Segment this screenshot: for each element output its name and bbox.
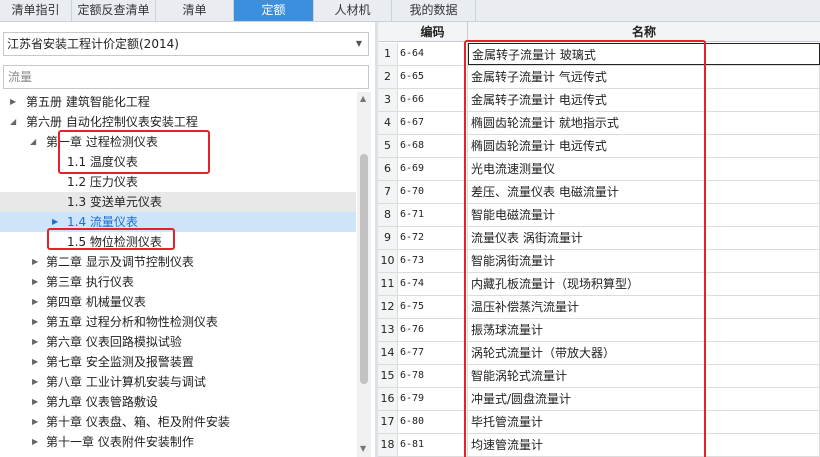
expand-arrow-icon[interactable]: ▶ xyxy=(32,272,38,292)
chevron-down-icon[interactable]: ▼ xyxy=(356,33,362,55)
left-panel: 江苏省安装工程计价定额(2014) ▼ 流量 ▶ 第五册 建筑智能化工程 ◢ 第… xyxy=(0,22,375,457)
scroll-up-icon[interactable]: ▲ xyxy=(360,94,366,103)
row-number: 1 xyxy=(378,43,398,65)
row-number: 12 xyxy=(378,296,398,318)
quota-code: 6-64 xyxy=(398,43,468,65)
row-number: 2 xyxy=(378,66,398,88)
tree-item-chapter6[interactable]: ▶ 第六章 仪表回路模拟试验 xyxy=(0,332,356,352)
quota-code: 6-81 xyxy=(398,434,468,456)
expand-arrow-icon[interactable]: ▶ xyxy=(10,92,16,112)
row-number: 16 xyxy=(378,388,398,410)
quota-code: 6-74 xyxy=(398,273,468,295)
tree-item-1-3[interactable]: 1.3 变送单元仪表 xyxy=(0,192,356,212)
expand-arrow-icon[interactable]: ▶ xyxy=(32,252,38,272)
row-number: 10 xyxy=(378,250,398,272)
tab-list-guide[interactable]: 清单指引 xyxy=(0,0,72,21)
quota-code: 6-72 xyxy=(398,227,468,249)
highlight-box-flow-instruments xyxy=(47,228,175,250)
expand-arrow-icon[interactable]: ▶ xyxy=(32,332,38,352)
quota-code: 6-65 xyxy=(398,66,468,88)
row-number: 3 xyxy=(378,89,398,111)
quota-code: 6-77 xyxy=(398,342,468,364)
tree-item-chapter10[interactable]: ▶ 第十章 仪表盘、箱、柜及附件安装 xyxy=(0,412,356,432)
highlight-box-book6 xyxy=(58,130,210,174)
quota-code: 6-78 xyxy=(398,365,468,387)
search-input-value: 流量 xyxy=(8,70,33,84)
quota-code: 6-73 xyxy=(398,250,468,272)
expand-arrow-icon[interactable]: ▶ xyxy=(32,392,38,412)
row-number: 11 xyxy=(378,273,398,295)
quota-code: 6-80 xyxy=(398,411,468,433)
search-input[interactable]: 流量 xyxy=(3,65,369,89)
expand-arrow-icon[interactable]: ▶ xyxy=(32,292,38,312)
quota-code: 6-67 xyxy=(398,112,468,134)
highlight-box-quota-names xyxy=(464,40,706,457)
tree-item-chapter4[interactable]: ▶ 第四章 机械量仪表 xyxy=(0,292,356,312)
row-number: 9 xyxy=(378,227,398,249)
tree-item-chapter9[interactable]: ▶ 第九章 仪表管路敷设 xyxy=(0,392,356,412)
chapter-tree: ▶ 第五册 建筑智能化工程 ◢ 第六册 自动化控制仪表安装工程 ◢ 第一章 过程… xyxy=(0,92,356,457)
tree-item-chapter8[interactable]: ▶ 第八章 工业计算机安装与调试 xyxy=(0,372,356,392)
expand-arrow-icon[interactable]: ▶ xyxy=(32,312,38,332)
collapse-arrow-icon[interactable]: ◢ xyxy=(10,112,16,132)
tab-bill-list[interactable]: 清单 xyxy=(156,0,234,21)
quota-table: 编码 名称 1 6-64 金属转子流量计 玻璃式 2 6-65 金属转子流量计 气远传式 3… xyxy=(378,22,820,457)
quota-library-value: 江苏省安装工程计价定额(2014) xyxy=(7,37,179,51)
quota-code: 6-79 xyxy=(398,388,468,410)
tree-scrollbar[interactable]: ▲ ▼ xyxy=(357,92,371,457)
expand-arrow-icon[interactable]: ▶ xyxy=(32,372,38,392)
tab-labor-material-machine[interactable]: 人材机 xyxy=(314,0,392,21)
expand-arrow-icon[interactable]: ▶ xyxy=(32,412,38,432)
quota-library-select[interactable]: 江苏省安装工程计价定额(2014) ▼ xyxy=(3,32,369,56)
quota-code: 6-75 xyxy=(398,296,468,318)
scroll-down-icon[interactable]: ▼ xyxy=(360,444,366,453)
row-number: 5 xyxy=(378,135,398,157)
expand-arrow-icon[interactable]: ▶ xyxy=(32,432,38,452)
tree-item-book6[interactable]: ◢ 第六册 自动化控制仪表安装工程 xyxy=(0,112,356,132)
column-header-row-no xyxy=(378,22,398,42)
quota-code: 6-70 xyxy=(398,181,468,203)
row-number: 14 xyxy=(378,342,398,364)
tab-bar: 清单指引 定额反查清单 清单 定额 人材机 我的数据 xyxy=(0,0,820,22)
row-number: 6 xyxy=(378,158,398,180)
quota-code: 6-69 xyxy=(398,158,468,180)
tree-item-chapter7[interactable]: ▶ 第七章 安全监测及报警装置 xyxy=(0,352,356,372)
quota-code: 6-66 xyxy=(398,89,468,111)
scrollbar-thumb[interactable] xyxy=(360,154,368,384)
tree-item-chapter2[interactable]: ▶ 第二章 显示及调节控制仪表 xyxy=(0,252,356,272)
collapse-arrow-icon[interactable]: ◢ xyxy=(30,132,36,152)
quota-code: 6-68 xyxy=(398,135,468,157)
tree-item-chapter3[interactable]: ▶ 第三章 执行仪表 xyxy=(0,272,356,292)
column-header-name[interactable]: 名称 xyxy=(468,22,820,42)
row-number: 15 xyxy=(378,365,398,387)
tab-my-data[interactable]: 我的数据 xyxy=(392,0,476,21)
quota-code: 6-71 xyxy=(398,204,468,226)
quota-code: 6-76 xyxy=(398,319,468,341)
row-number: 18 xyxy=(378,434,398,456)
tree-item-book5[interactable]: ▶ 第五册 建筑智能化工程 xyxy=(0,92,356,112)
expand-arrow-icon[interactable]: ▶ xyxy=(32,352,38,372)
tab-quota-reverse-lookup[interactable]: 定额反查清单 xyxy=(72,0,156,21)
tab-quota[interactable]: 定额 xyxy=(234,0,314,21)
row-number: 13 xyxy=(378,319,398,341)
column-header-code[interactable]: 编码 xyxy=(398,22,468,42)
tree-item-chapter5[interactable]: ▶ 第五章 过程分析和物性检测仪表 xyxy=(0,312,356,332)
tree-item-chapter11[interactable]: ▶ 第十一章 仪表附件安装制作 xyxy=(0,432,356,452)
row-number: 17 xyxy=(378,411,398,433)
row-number: 8 xyxy=(378,204,398,226)
tree-item-1-2[interactable]: 1.2 压力仪表 xyxy=(0,172,356,192)
row-number: 4 xyxy=(378,112,398,134)
row-number: 7 xyxy=(378,181,398,203)
